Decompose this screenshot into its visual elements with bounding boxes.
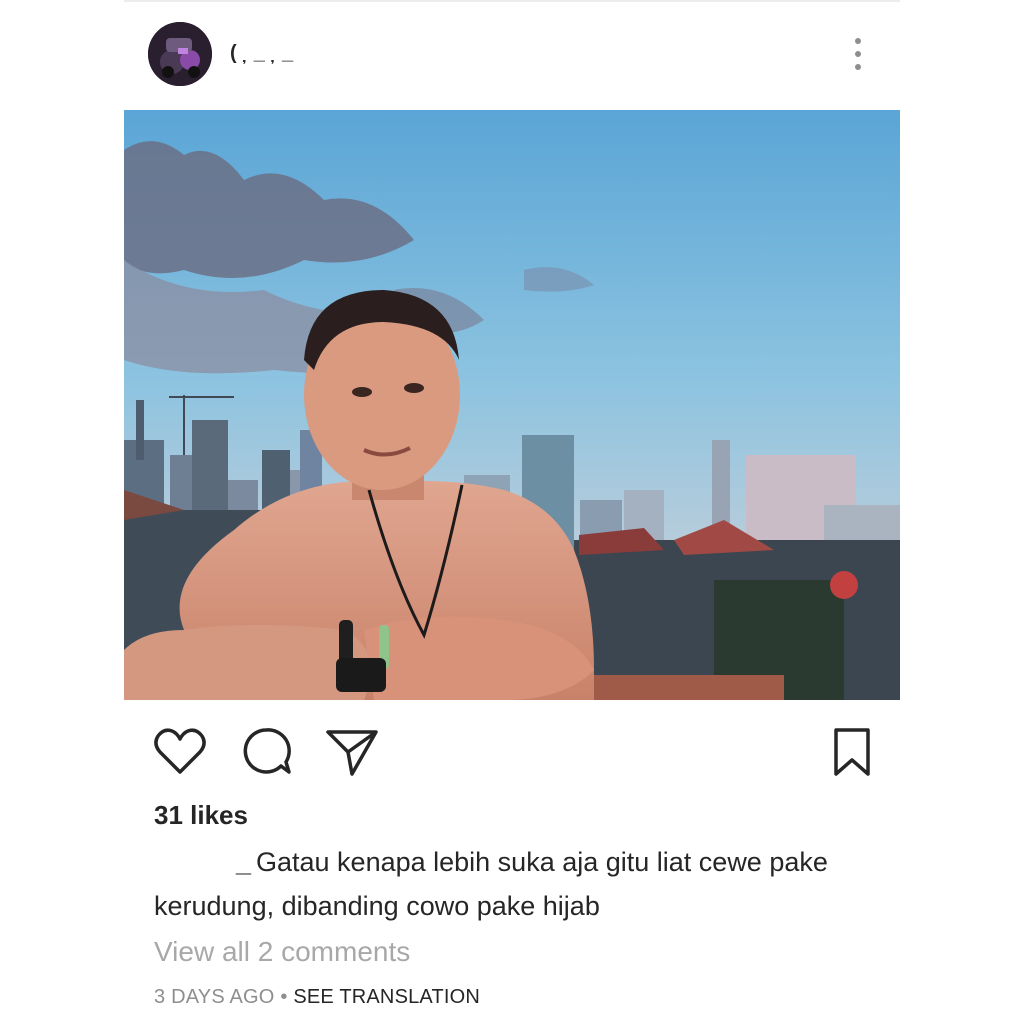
heart-icon (154, 728, 206, 774)
post-actions (124, 700, 900, 796)
more-options-icon (855, 38, 861, 44)
caption-username[interactable]: _ (154, 840, 256, 884)
share-button[interactable] (322, 722, 382, 782)
post-timestamp: 3 DAYS AGO (154, 986, 275, 1008)
post-meta: 3 DAYS AGO • SEE TRANSLATION (154, 986, 480, 1009)
post-header: ( ̦ _ ̦ _ (124, 2, 900, 110)
like-button[interactable] (150, 722, 210, 782)
view-all-comments-link[interactable]: View all 2 comments (154, 936, 410, 968)
instagram-post: ( ̦ _ ̦ _ 31 likes _ Gatau kenapa lebih … (0, 0, 1024, 1024)
caption: _ Gatau kenapa lebih suka aja gitu liat c… (154, 840, 854, 928)
comment-bubble-icon (243, 728, 291, 774)
post-photo-image (124, 110, 900, 700)
paper-plane-icon (326, 730, 378, 776)
avatar-image (148, 22, 212, 86)
more-options-icon-dot (855, 51, 861, 57)
comment-button[interactable] (236, 722, 296, 782)
more-options-icon-dot (855, 64, 861, 70)
bookmark-icon (834, 728, 870, 776)
post-photo[interactable] (124, 110, 900, 700)
avatar[interactable] (148, 22, 212, 86)
save-button[interactable] (822, 722, 882, 782)
likes-count[interactable]: 31 likes (154, 800, 248, 831)
caption-text: Gatau kenapa lebih suka aja gitu liat ce… (154, 847, 828, 921)
username[interactable]: ( ̦ _ ̦ _ (230, 42, 295, 65)
more-options-button[interactable] (846, 36, 870, 72)
caption-username-text: _ (236, 847, 252, 877)
meta-separator: • (280, 986, 288, 1008)
see-translation-link[interactable]: SEE TRANSLATION (293, 986, 480, 1008)
